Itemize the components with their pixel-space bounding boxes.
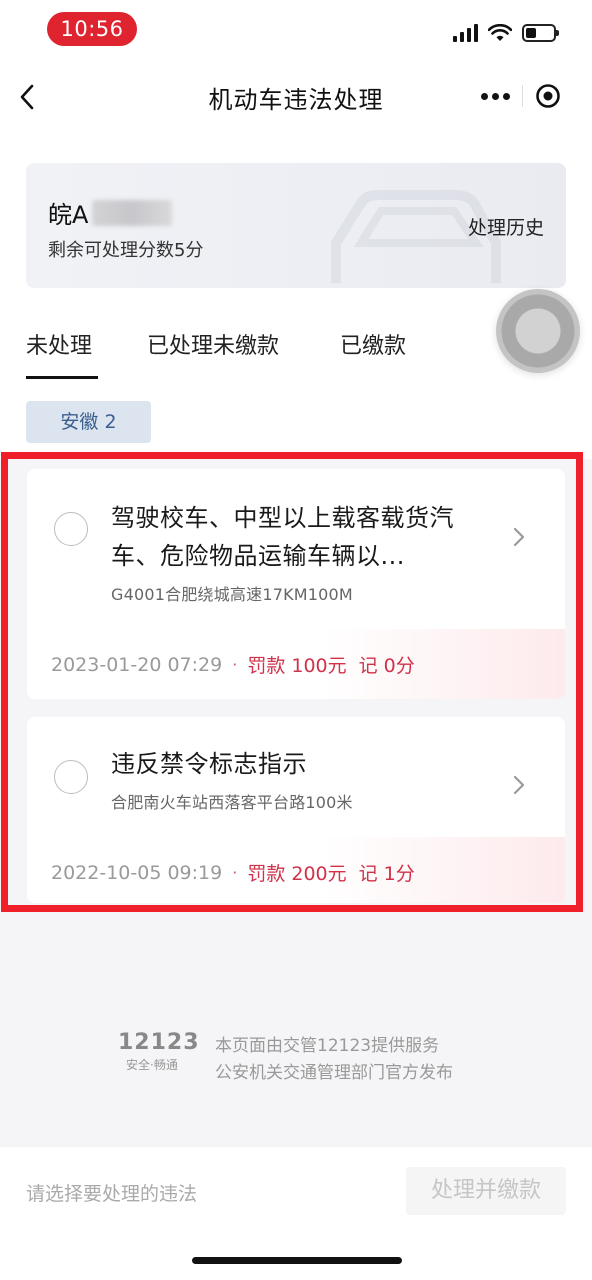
status-time: 10:56	[47, 12, 137, 46]
select-radio[interactable]	[54, 512, 88, 546]
select-radio[interactable]	[54, 760, 88, 794]
battery-icon	[522, 24, 559, 42]
violation-card[interactable]: 驾驶校车、中型以上载客载货汽车、危险物品运输车辆以... G4001合肥绕城高速…	[27, 469, 565, 699]
tab-paid[interactable]: 已缴款	[340, 328, 406, 360]
plate-prefix: 皖A	[48, 201, 89, 229]
violation-location: G4001合肥绕城高速17KM100M	[111, 585, 353, 604]
violation-fine: 罚款 100元	[247, 655, 347, 677]
separator-dot: ·	[232, 863, 238, 882]
signal-icon	[453, 24, 478, 42]
history-link[interactable]: 处理历史	[468, 213, 544, 240]
violation-time: 2022-10-05 09:19	[51, 861, 223, 884]
tab-unprocessed[interactable]: 未处理	[26, 328, 92, 360]
mini-program-capsule	[470, 76, 574, 116]
floating-ball-icon[interactable]	[496, 289, 580, 373]
close-button[interactable]	[522, 76, 574, 116]
active-tab-indicator	[26, 376, 98, 379]
more-dots-icon	[481, 92, 489, 100]
plate-blurred-mask	[92, 199, 173, 226]
region-filter-chip[interactable]: 安徽 2	[26, 401, 151, 443]
bottom-action-bar: 请选择要处理的违法 处理并缴款	[0, 1147, 592, 1280]
violation-location: 合肥南火车站西落客平台路100米	[111, 793, 353, 812]
selection-hint: 请选择要处理的违法	[26, 1183, 198, 1205]
status-bar: 10:56	[0, 0, 592, 60]
plate-number: 皖A	[48, 195, 173, 230]
official-release-text: 公安机关交通管理部门官方发布	[215, 1063, 453, 1083]
brand-logo-slogan: 安全·畅通	[126, 1058, 178, 1072]
service-provider-text: 本页面由交管12123提供服务	[215, 1036, 440, 1056]
home-indicator[interactable]	[192, 1257, 402, 1264]
brand-logo-number: 12123	[118, 1030, 200, 1055]
process-and-pay-button[interactable]: 处理并缴款	[406, 1167, 566, 1215]
violation-fine: 罚款 200元	[247, 863, 347, 885]
close-target-icon	[536, 84, 561, 108]
status-icons	[453, 22, 559, 44]
violation-footer: 2023-01-20 07:29 · 罚款 100元 记 0分	[27, 629, 565, 699]
separator-dot: ·	[232, 655, 238, 674]
chevron-right-icon	[513, 775, 525, 795]
tab-processed-unpaid[interactable]: 已处理未缴款	[147, 328, 279, 360]
violation-card[interactable]: 违反禁令标志指示 合肥南火车站西落客平台路100米 2022-10-05 09:…	[27, 717, 565, 903]
chevron-right-icon	[513, 527, 525, 547]
violation-time: 2023-01-20 07:29	[51, 653, 223, 676]
violation-footer: 2022-10-05 09:19 · 罚款 200元 记 1分	[27, 837, 565, 903]
violation-points: 记 0分	[358, 655, 415, 677]
violation-title: 驾驶校车、中型以上载客载货汽车、危险物品运输车辆以...	[111, 504, 454, 570]
wifi-icon	[488, 24, 512, 41]
points-remaining: 剩余可处理分数5分	[48, 240, 204, 261]
plate-card: 皖A 剩余可处理分数5分 处理历史	[26, 163, 566, 288]
violation-points: 记 1分	[358, 863, 415, 885]
violation-title: 违反禁令标志指示	[111, 750, 307, 778]
more-button[interactable]	[470, 76, 522, 116]
nav-bar: 机动车违法处理	[0, 60, 592, 134]
